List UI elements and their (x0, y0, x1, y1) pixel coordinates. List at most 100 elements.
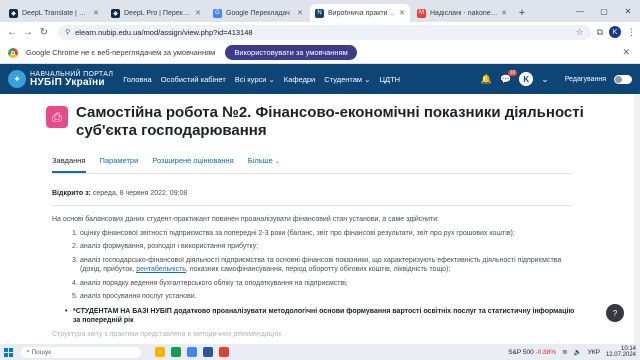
tab-close-icon[interactable]: ✕ (501, 9, 507, 17)
new-tab-button[interactable]: + (514, 4, 530, 22)
tab-close-icon[interactable]: ✕ (195, 9, 201, 17)
browser-tab[interactable]: ◆ DeepL Translate | Найточні✕ (4, 4, 104, 22)
opened-date: Відкрито з: середа, 8 червня 2022, 09:08 (52, 184, 572, 206)
site-logo[interactable]: ✦ НАВЧАЛЬНИЙ ПОРТАЛ НУБіП України (8, 70, 113, 88)
browser-tab-strip: ◆DeepL Translate | Найточні✕◆DeepL Pro |… (0, 0, 640, 22)
tab-title: DeepL Pro | Перекладай те (124, 9, 192, 17)
extensions-icon[interactable]: ⧉ (597, 27, 603, 38)
url-input[interactable]: ⚲ elearn.nubip.edu.ua/mod/assign/view.ph… (58, 24, 591, 40)
browser-tab[interactable]: G Google Перекладач ✕ (208, 4, 308, 22)
nav-cdtn[interactable]: ЦДТН (379, 75, 400, 84)
glossary-link[interactable]: рентабельність (136, 266, 186, 273)
back-icon[interactable]: ← (4, 27, 20, 38)
tab-more[interactable]: Більше ⌄ (248, 150, 280, 173)
tab-favicon-icon: M (417, 8, 426, 18)
faded-text: Структура звіту з практики представлена … (52, 331, 284, 339)
app-icon[interactable] (219, 347, 229, 357)
opened-label: Відкрито з: (52, 190, 91, 197)
tab-close-icon[interactable]: ✕ (399, 9, 405, 17)
tab-settings[interactable]: Параметри (100, 150, 139, 173)
browser-tab[interactable]: M Надіслані - nakonechna@✕ (412, 4, 512, 22)
profile-avatar[interactable]: K (609, 26, 621, 38)
store-icon[interactable] (171, 347, 181, 357)
bullet-icon: • (65, 307, 68, 315)
tab-close-icon[interactable]: ✕ (93, 9, 99, 17)
chrome-taskbar-icon[interactable] (187, 347, 197, 357)
stock-widget[interactable]: S&P 500 -0.88% (508, 349, 556, 356)
tab-advanced-grading[interactable]: Розширене оцінювання (152, 150, 233, 173)
close-window-icon[interactable]: ✕ (616, 0, 640, 22)
page-title: Самостійна робота №2. Фінансово-економіч… (76, 104, 584, 139)
maximize-icon[interactable]: ▢ (592, 0, 616, 22)
tab-more-label: Більше (247, 156, 273, 165)
list-item-number: 2. (72, 243, 78, 251)
tab-title: Google Перекладач (226, 9, 290, 17)
students-notice: • *СТУДЕНТАМ НА БАЗІ НУБІП додатково про… (65, 307, 580, 327)
user-avatar[interactable]: K (519, 72, 534, 86)
assignment-page: ⎙ Самостійна робота №2. Фінансово-економ… (0, 94, 640, 344)
site-info-icon[interactable]: ⚲ (65, 28, 70, 36)
wifi-icon[interactable]: ≋ (562, 348, 567, 356)
window-controls: — ▢ ✕ (568, 0, 640, 22)
list-item-number: 4. (72, 279, 78, 287)
language-indicator[interactable]: УКР (588, 349, 600, 356)
file-explorer-icon[interactable] (155, 347, 165, 357)
menu-dots-icon[interactable]: ⋮ (627, 27, 636, 38)
chat-icon[interactable]: 💬 10 (500, 69, 518, 85)
nav-dashboard[interactable]: Особистий кабінет (161, 75, 226, 84)
nav-home[interactable]: Головна (123, 75, 152, 84)
logo-bottom-text: НУБіП України (30, 76, 105, 88)
tab-title: Виробнича практика (Біб (328, 9, 396, 17)
edit-mode-label: Редагування (564, 75, 606, 83)
secondary-nav: Завдання Параметри Розширене оцінювання … (52, 150, 572, 174)
tab-favicon-icon: G (213, 8, 222, 18)
tab-title: Надіслані - nakonechna@ (430, 9, 499, 17)
infobar-message: Google Chrome не є веб-переглядачем за у… (26, 48, 216, 57)
tab-list: ◆DeepL Translate | Найточні✕◆DeepL Pro |… (4, 4, 514, 22)
windows-taskbar: ⌕ Пошук S&P 500 -0.88% ≋ 🔈 УКР 10:14 12.… (0, 344, 640, 360)
address-bar: ← → ↻ ⚲ elearn.nubip.edu.ua/mod/assign/v… (0, 22, 640, 42)
minimize-icon[interactable]: — (568, 0, 592, 22)
close-infobar-icon[interactable]: ✕ (622, 47, 630, 58)
list-item-number: 1. (72, 230, 78, 237)
notice-text: *СТУДЕНТАМ НА БАЗІ НУБІП додатково проан… (73, 307, 575, 325)
tab-favicon-icon: N (315, 8, 324, 18)
list-item-text: аналіз просування послуг установи. (80, 293, 197, 301)
tab-favicon-icon: ◆ (9, 8, 18, 18)
nav-all-courses[interactable]: Всі курси ⌄ (235, 75, 275, 84)
list-item: 1. оцінку фінансової звітності підприємст… (72, 229, 582, 238)
windows-start-icon[interactable] (4, 347, 13, 357)
set-default-button[interactable]: Використовувати за умовчанням (225, 45, 357, 60)
reload-icon[interactable]: ↻ (36, 27, 52, 38)
forward-icon[interactable]: → (20, 27, 36, 38)
scrollbar[interactable] (634, 94, 640, 344)
bookmark-star-icon[interactable]: ☆ (575, 27, 583, 38)
word-icon[interactable] (203, 347, 213, 357)
list-item: 2. аналіз формування, розподіл і викорис… (72, 242, 582, 251)
list-item-text: оцінку фінансової звітності підприємства… (80, 230, 515, 237)
tab-assignment[interactable]: Завдання (52, 150, 86, 173)
taskbar-apps (155, 347, 229, 357)
default-browser-infobar: Google Chrome не є веб-переглядачем за у… (0, 42, 640, 64)
list-item-text: , показник самофінансування, період обор… (185, 266, 451, 274)
browser-tab[interactable]: ◆ DeepL Pro | Перекладай те✕ (106, 4, 206, 22)
edit-mode-toggle[interactable] (614, 74, 632, 84)
nav-students[interactable]: Студентам ⌄ (324, 75, 370, 84)
list-item-text: аналіз формування, розподіл і використан… (80, 243, 259, 251)
list-item: 3. аналіз господарсько-фінансової діяльно… (72, 256, 582, 275)
list-item-number: 5. (72, 293, 78, 301)
chevron-down-icon: ⌄ (274, 159, 280, 165)
help-button[interactable]: ? (606, 304, 624, 322)
stock-name: S&P 500 (508, 348, 534, 356)
taskbar-search-input[interactable]: ⌕ Пошук (21, 346, 141, 358)
bell-icon[interactable]: 🔔 (481, 74, 492, 85)
url-text: elearn.nubip.edu.ua/mod/assign/view.php?… (75, 27, 253, 37)
volume-icon[interactable]: 🔈 (574, 348, 582, 356)
clock[interactable]: 10:14 12.07.2024 (606, 346, 636, 358)
notification-badge: 10 (507, 69, 518, 76)
clock-date: 12.07.2024 (605, 352, 636, 358)
tab-close-icon[interactable]: ✕ (297, 9, 303, 17)
browser-tab[interactable]: N Виробнича практика (Біб✕ (310, 4, 410, 22)
nav-departments[interactable]: Кафедри (284, 75, 315, 84)
chevron-down-icon[interactable]: ⌄ (541, 74, 549, 85)
